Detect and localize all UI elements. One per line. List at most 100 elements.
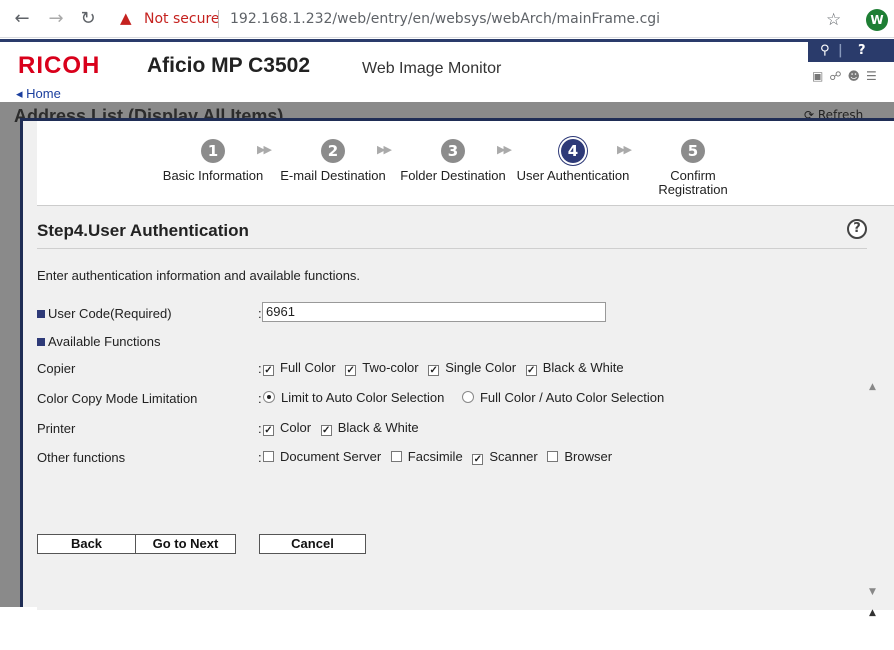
header-icon-bar: ⚲ | ? [808, 42, 894, 62]
divider [37, 248, 867, 249]
option-label: Document Server [280, 449, 382, 464]
help-menu-icon[interactable]: ? [858, 43, 866, 58]
step-basic-information: 1 Basic Information [153, 139, 273, 183]
copier-options: ✓ Full Color ✓ Two-color ✓ Single Color ✓ Bl… [263, 360, 630, 376]
step-folder-destination: 3 Folder Destination [393, 139, 513, 183]
divider: | [838, 43, 843, 58]
bullet-icon [37, 310, 45, 318]
user-code-input[interactable]: 6961 [262, 302, 606, 322]
back-arrow-icon[interactable]: ← [12, 9, 32, 29]
app-name: Web Image Monitor [362, 60, 502, 77]
profile-avatar[interactable]: W [866, 9, 888, 31]
model-name: Aficio MP C3502 [147, 54, 311, 77]
address-bar[interactable]: ▲ Not secure 192.168.1.232/web/entry/en/… [110, 6, 850, 32]
option-label: Two-color [362, 360, 419, 375]
printer-options: ✓ Color ✓ Black & White [263, 420, 425, 436]
scanner-checkbox[interactable]: ✓ [472, 454, 484, 465]
step-label: E-mail Destination [280, 168, 386, 183]
printer-color-checkbox[interactable]: ✓ [263, 425, 274, 436]
option-label: Single Color [445, 360, 517, 375]
form-content: Step4.User Authentication ? Enter authen… [37, 207, 894, 618]
user-code-label-text: User Code(Required) [48, 306, 172, 321]
user-code-label: User Code(Required) [37, 306, 172, 321]
step-user-authentication: 4 User Authentication [513, 139, 633, 183]
wizard-steps: 1 Basic Information ▶▶ 2 E-mail Destinat… [37, 121, 894, 206]
search-icon[interactable]: ⚲ [820, 43, 830, 58]
available-functions-label: Available Functions [37, 334, 161, 349]
color-copy-mode-label: Color Copy Mode Limitation [37, 391, 198, 406]
scrollbar-outer[interactable]: ▲ [867, 608, 881, 650]
copier-black-white-checkbox[interactable]: ✓ [525, 365, 537, 376]
step-email-destination: 2 E-mail Destination [273, 139, 393, 183]
step-arrow-icon: ▶▶ [377, 143, 392, 156]
copier-two-color-checkbox[interactable]: ✓ [345, 365, 357, 376]
step-number: 4 [561, 139, 585, 163]
cancel-button[interactable]: Cancel [259, 534, 366, 554]
warning-icon: ▲ [120, 9, 132, 27]
back-button[interactable]: Back [37, 534, 136, 554]
divider [218, 10, 219, 28]
scroll-up-icon[interactable]: ▲ [869, 608, 876, 618]
step-number: 1 [201, 139, 225, 163]
header-utility-icons: ▣☍☻☰ [812, 69, 883, 83]
step-number: 5 [681, 139, 705, 163]
facsimile-checkbox[interactable] [390, 451, 402, 462]
scroll-down-icon[interactable]: ▼ [869, 587, 876, 597]
bullet-icon [37, 338, 45, 346]
printer-row: Printer : ✓ Color ✓ Black & White [37, 419, 857, 439]
browser-toolbar: ← → ↻ ▲ Not secure 192.168.1.232/web/ent… [0, 0, 894, 38]
forward-arrow-icon[interactable]: → [46, 9, 66, 29]
printer-black-white-checkbox[interactable]: ✓ [320, 425, 332, 436]
colon: : [258, 391, 262, 406]
browser-checkbox[interactable] [547, 451, 559, 462]
breadcrumb: ◂ Home [0, 86, 894, 102]
full-color-auto-radio[interactable] [461, 391, 474, 403]
other-functions-options: Document Server Facsimile ✓ Scanner Brows… [263, 449, 618, 465]
option-label: Browser [564, 449, 613, 464]
brand-logo: RICOH [18, 52, 101, 79]
list-icon[interactable]: ☰ [866, 69, 883, 83]
home-link-label: Home [26, 86, 61, 101]
step-number: 3 [441, 139, 465, 163]
step-confirm-registration: 5 Confirm Registration [633, 139, 753, 197]
document-server-checkbox[interactable] [263, 451, 274, 462]
reload-icon[interactable]: ↻ [78, 9, 98, 29]
not-secure-label: Not secure [144, 11, 220, 27]
option-label: Scanner [489, 449, 538, 464]
lock-icon[interactable]: ▣ [812, 69, 829, 83]
option-label: Facsimile [407, 449, 463, 464]
intro-text: Enter authentication information and ava… [37, 268, 361, 283]
network-icon[interactable]: ☍ [829, 69, 847, 83]
help-icon[interactable]: ? [847, 219, 867, 239]
next-button[interactable]: Go to Next [135, 534, 236, 554]
step-arrow-icon: ▶▶ [257, 143, 272, 156]
step-label: User Authentication [516, 168, 630, 183]
user-icon[interactable]: ☻ [848, 69, 867, 83]
copier-label: Copier [37, 361, 76, 376]
step-number: 2 [321, 139, 345, 163]
option-label: Black & White [542, 360, 624, 375]
copier-single-color-checkbox[interactable]: ✓ [428, 365, 440, 376]
available-functions-label-text: Available Functions [48, 334, 161, 349]
scrollbar[interactable]: ▲ ▼ [867, 382, 881, 600]
colon: : [258, 421, 262, 436]
step-arrow-icon: ▶▶ [617, 143, 632, 156]
step-label: Folder Destination [400, 168, 506, 183]
other-functions-label: Other functions [37, 450, 126, 465]
color-copy-mode-row: Color Copy Mode Limitation : Limit to Au… [37, 389, 857, 409]
step-arrow-icon: ▶▶ [497, 143, 512, 156]
option-label: Black & White [337, 420, 419, 435]
bookmark-star-icon[interactable]: ☆ [826, 10, 841, 30]
user-code-row: User Code(Required) : 6961 [37, 302, 857, 324]
option-label: Full Color [280, 360, 336, 375]
colon: : [258, 450, 262, 465]
url-text[interactable]: 192.168.1.232/web/entry/en/websys/webArc… [230, 11, 660, 27]
scroll-up-icon[interactable]: ▲ [869, 382, 876, 392]
page-title: Step4.User Authentication [37, 221, 249, 240]
printer-label: Printer [37, 421, 76, 436]
wizard-dialog: 1 Basic Information ▶▶ 2 E-mail Destinat… [20, 118, 894, 618]
home-link[interactable]: ◂ Home [16, 86, 61, 102]
copier-full-color-checkbox[interactable]: ✓ [263, 365, 274, 376]
limit-auto-color-radio[interactable] [263, 391, 275, 403]
other-functions-row: Other functions : Document Server Facsim… [37, 448, 857, 468]
